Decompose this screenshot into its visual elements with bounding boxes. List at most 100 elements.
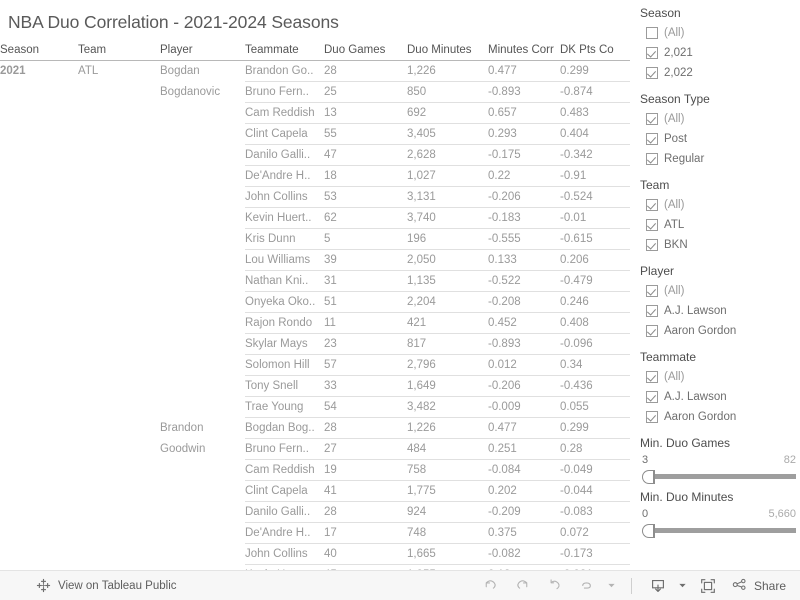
checkbox-icon[interactable] [646, 113, 658, 125]
duo-minutes-cell: 2,796 [407, 354, 488, 376]
undo-button[interactable] [476, 573, 506, 599]
column-header-duo-minutes[interactable]: Duo Minutes [407, 44, 488, 61]
filter-option-season-2-022[interactable]: 2,022 [634, 63, 800, 83]
data-table-container[interactable]: Season Team Player Teammate Duo Games Duo Min… [0, 44, 630, 570]
filter-option-season-all[interactable]: (All) [634, 23, 800, 43]
season-label-empty [0, 313, 78, 334]
filter-option-season-2-021[interactable]: 2,021 [634, 43, 800, 63]
fullscreen-button[interactable] [693, 573, 723, 599]
slider-track[interactable] [648, 474, 796, 479]
table-row[interactable]: Skylar Mays 23 817 -0.893 -0.096 [0, 333, 630, 355]
filter-option-player-aaron-gordon[interactable]: Aaron Gordon [634, 321, 800, 341]
slider-min-duo-minutes[interactable] [642, 523, 796, 538]
column-header-minutes-corr[interactable]: Minutes Corr [488, 44, 560, 61]
checkbox-icon[interactable] [646, 219, 658, 231]
view-on-tableau-public-button[interactable]: View on Tableau Public [36, 578, 177, 593]
table-row[interactable]: Onyeka Oko.. 51 2,204 -0.208 0.246 [0, 291, 630, 313]
checkbox-icon[interactable] [646, 305, 658, 317]
table-row[interactable]: Kevin Huert.. 62 3,740 -0.183 -0.01 [0, 207, 630, 229]
column-header-dk-pts-co[interactable]: DK Pts Co [560, 44, 630, 61]
filter-option-teammate-aaron-gordon[interactable]: Aaron Gordon [634, 407, 800, 427]
column-header-duo-games[interactable]: Duo Games [324, 44, 407, 61]
slider-track[interactable] [648, 528, 796, 533]
slider-min-duo-games[interactable] [642, 469, 796, 484]
season-label-empty [0, 544, 78, 565]
column-header-teammate[interactable]: Teammate [245, 44, 324, 61]
table-row[interactable]: Clint Capela 55 3,405 0.293 0.404 [0, 123, 630, 145]
season-label-empty [0, 355, 78, 376]
slider-handle[interactable] [642, 469, 655, 484]
toolbar-actions: Share [476, 573, 786, 599]
checkbox-icon[interactable] [646, 325, 658, 337]
filter-option-season-type-post[interactable]: Post [634, 129, 800, 149]
table-row[interactable]: Brandon Bogdan Bog.. 28 1,226 0.477 0.299 [0, 417, 630, 439]
filter-group-season: Season (All) 2,021 2,022 [634, 6, 800, 83]
checkbox-icon[interactable] [646, 153, 658, 165]
checkbox-icon[interactable] [646, 371, 658, 383]
table-row[interactable]: Nathan Kni.. 31 1,135 -0.522 -0.479 [0, 270, 630, 292]
table-row[interactable]: Kris Dunn 5 196 -0.555 -0.615 [0, 228, 630, 250]
season-label: 2021 [0, 65, 26, 78]
table-row[interactable]: Tony Snell 33 1,649 -0.206 -0.436 [0, 375, 630, 397]
checkbox-icon[interactable] [646, 411, 658, 423]
refresh-button[interactable] [572, 573, 602, 599]
column-header-season[interactable]: Season [0, 44, 78, 61]
checkbox-icon[interactable] [646, 27, 658, 39]
table-row[interactable]: Bogdanovic Bruno Fern.. 25 850 -0.893 -0.874 [0, 81, 630, 103]
team-label: ATL [78, 65, 99, 78]
refresh-dropdown-caret-icon[interactable] [604, 573, 620, 599]
table-row[interactable]: Goodwin Bruno Fern.. 27 484 0.251 0.28 [0, 438, 630, 460]
teammate-cell: Kevin Huert.. [245, 207, 324, 229]
table-row[interactable]: Trae Young 54 3,482 -0.009 0.055 [0, 396, 630, 418]
slider-handle[interactable] [642, 523, 655, 538]
teammate-cell: Cam Reddish [245, 102, 324, 124]
download-dropdown-caret-icon[interactable] [675, 573, 691, 599]
table-row[interactable]: De'Andre H.. 18 1,027 0.22 -0.91 [0, 165, 630, 187]
filter-option-label: (All) [664, 371, 685, 383]
filter-option-teammate-a-j-lawson[interactable]: A.J. Lawson [634, 387, 800, 407]
column-header-team[interactable]: Team [78, 44, 160, 61]
table-row[interactable]: Danilo Galli.. 47 2,628 -0.175 -0.342 [0, 144, 630, 166]
player-label-empty [160, 544, 245, 565]
team-label-empty [78, 187, 160, 208]
column-header-player[interactable]: Player [160, 44, 245, 61]
checkbox-icon[interactable] [646, 239, 658, 251]
checkbox-icon[interactable] [646, 285, 658, 297]
table-row[interactable]: Danilo Galli.. 28 924 -0.209 -0.083 [0, 501, 630, 523]
redo-button[interactable] [508, 573, 538, 599]
duo-games-cell: 28 [324, 60, 407, 82]
duo-minutes-cell: 1,226 [407, 417, 488, 439]
table-row[interactable]: Solomon Hill 57 2,796 0.012 0.34 [0, 354, 630, 376]
team-label-empty [78, 250, 160, 271]
filter-option-player-all[interactable]: (All) [634, 281, 800, 301]
filter-option-team-atl[interactable]: ATL [634, 215, 800, 235]
table-row[interactable]: De'Andre H.. 17 748 0.375 0.072 [0, 522, 630, 544]
share-button[interactable]: Share [731, 577, 786, 594]
filter-option-label: 2,022 [664, 67, 693, 79]
revert-button[interactable] [540, 573, 570, 599]
checkbox-icon[interactable] [646, 133, 658, 145]
checkbox-icon[interactable] [646, 67, 658, 79]
checkbox-icon[interactable] [646, 391, 658, 403]
checkbox-icon[interactable] [646, 199, 658, 211]
table-row[interactable]: John Collins 40 1,665 -0.082 -0.173 [0, 543, 630, 565]
table-row[interactable]: Lou Williams 39 2,050 0.133 0.206 [0, 249, 630, 271]
filter-option-team-bkn[interactable]: BKN [634, 235, 800, 255]
filter-option-player-a-j-lawson[interactable]: A.J. Lawson [634, 301, 800, 321]
filter-option-teammate-all[interactable]: (All) [634, 367, 800, 387]
table-row[interactable]: Clint Capela 41 1,775 0.202 -0.044 [0, 480, 630, 502]
download-button[interactable] [643, 573, 673, 599]
checkbox-icon[interactable] [646, 47, 658, 59]
table-row[interactable]: Cam Reddish 19 758 -0.084 -0.049 [0, 459, 630, 481]
season-label-empty [0, 418, 78, 439]
table-row[interactable]: John Collins 53 3,131 -0.206 -0.524 [0, 186, 630, 208]
season-label-empty [0, 145, 78, 166]
table-row[interactable]: Cam Reddish 13 692 0.657 0.483 [0, 102, 630, 124]
filter-option-season-type-all[interactable]: (All) [634, 109, 800, 129]
table-row[interactable]: Rajon Rondo 11 421 0.452 0.408 [0, 312, 630, 334]
player-label-empty [160, 460, 245, 481]
filter-option-season-type-regular[interactable]: Regular [634, 149, 800, 169]
filter-option-team-all[interactable]: (All) [634, 195, 800, 215]
table-row[interactable]: 2021 ATL Bogdan Brandon Go.. 28 1,226 0.477 0.2… [0, 60, 630, 82]
dk-pts-corr-cell: -0.436 [560, 375, 630, 397]
